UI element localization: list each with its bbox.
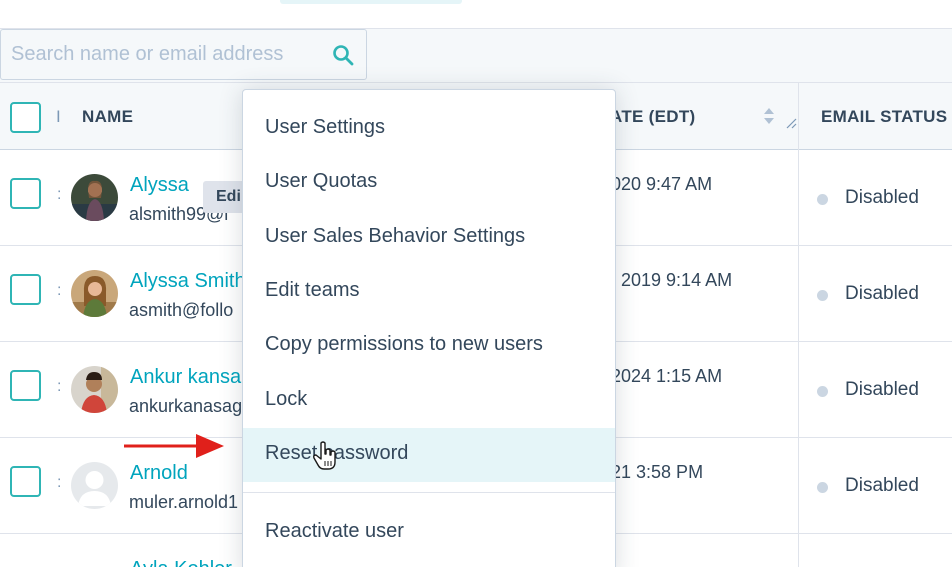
row-checkbox[interactable] (10, 274, 41, 305)
menu-item-reset-password[interactable]: Reset password (243, 428, 615, 482)
column-divider (798, 342, 799, 438)
row-drag-handle[interactable]: : (57, 378, 61, 396)
menu-divider (243, 492, 615, 493)
menu-item-user-quotas[interactable]: User Quotas (243, 156, 615, 210)
toolbar (0, 28, 952, 82)
row-checkbox[interactable] (10, 370, 41, 401)
status-dot-icon (817, 386, 828, 397)
menu-item-user-settings[interactable]: User Settings (243, 102, 615, 156)
status-dot-icon (817, 482, 828, 493)
user-email: asmith@follo (129, 300, 234, 320)
annotation-arrow-icon (124, 434, 224, 458)
select-all-checkbox[interactable] (10, 102, 41, 133)
email-status: Disabled (845, 187, 919, 208)
status-dot-icon (817, 194, 828, 205)
user-name-link[interactable]: Arnold (130, 462, 188, 485)
avatar (71, 270, 118, 317)
user-name-link[interactable]: Alyssa (130, 174, 189, 197)
row-checkbox[interactable] (10, 178, 41, 209)
menu-item-edit-teams[interactable]: Edit teams (243, 265, 615, 319)
row-drag-handle[interactable]: : (57, 474, 61, 492)
search-input[interactable] (1, 30, 311, 79)
user-name-link[interactable]: Ayla Kohler (130, 558, 232, 567)
menu-item-reactivate-user[interactable]: Reactivate user (243, 506, 615, 560)
user-name-link[interactable]: Alyssa Smith (130, 270, 246, 293)
user-name-link[interactable]: Ankur kansa (130, 366, 241, 389)
avatar (71, 174, 118, 221)
column-divider (798, 534, 799, 567)
sort-icon[interactable] (762, 106, 776, 126)
menu-item-user-sales-behavior-settings[interactable]: User Sales Behavior Settings (243, 211, 615, 265)
column-header-date[interactable]: ATE (EDT) (610, 107, 695, 127)
hand-cursor-icon (313, 441, 336, 470)
user-email: ankurkanasag (129, 396, 243, 416)
users-page: I NAME ATE (EDT) EMAIL STATUS : (0, 0, 952, 567)
search-icon[interactable] (332, 44, 354, 66)
avatar (71, 462, 118, 509)
menu-item-copy-permissions[interactable]: Copy permissions to new users (243, 319, 615, 373)
avatar (71, 366, 118, 413)
last-active-date: 2024 1:15 AM (611, 366, 723, 386)
email-status: Disabled (845, 379, 919, 400)
column-divider (798, 438, 799, 534)
row-drag-handle[interactable]: : (57, 282, 61, 300)
user-email: muler.arnold1 (129, 492, 239, 512)
column-resize-icon[interactable] (785, 117, 797, 129)
row-drag-handle[interactable]: : (57, 186, 61, 204)
column-divider (798, 150, 799, 246)
header-resize-marker: I (56, 107, 62, 126)
column-header-email-status[interactable]: EMAIL STATUS (821, 107, 947, 127)
status-dot-icon (817, 290, 828, 301)
search-box[interactable] (0, 29, 367, 80)
last-active-date: , 2019 9:14 AM (611, 270, 733, 290)
menu-item-lock[interactable]: Lock (243, 374, 615, 428)
row-checkbox[interactable] (10, 466, 41, 497)
email-status: Disabled (845, 283, 919, 304)
top-bar (0, 0, 952, 28)
email-status: Disabled (845, 475, 919, 496)
user-actions-menu: User Settings User Quotas User Sales Beh… (242, 89, 616, 567)
column-header-name[interactable]: NAME (82, 107, 133, 127)
column-divider (798, 246, 799, 342)
last-active-date: 21 3:58 PM (611, 462, 704, 482)
column-divider (798, 83, 799, 151)
active-tab-indicator[interactable] (280, 0, 462, 4)
last-active-date: 020 9:47 AM (611, 174, 713, 194)
